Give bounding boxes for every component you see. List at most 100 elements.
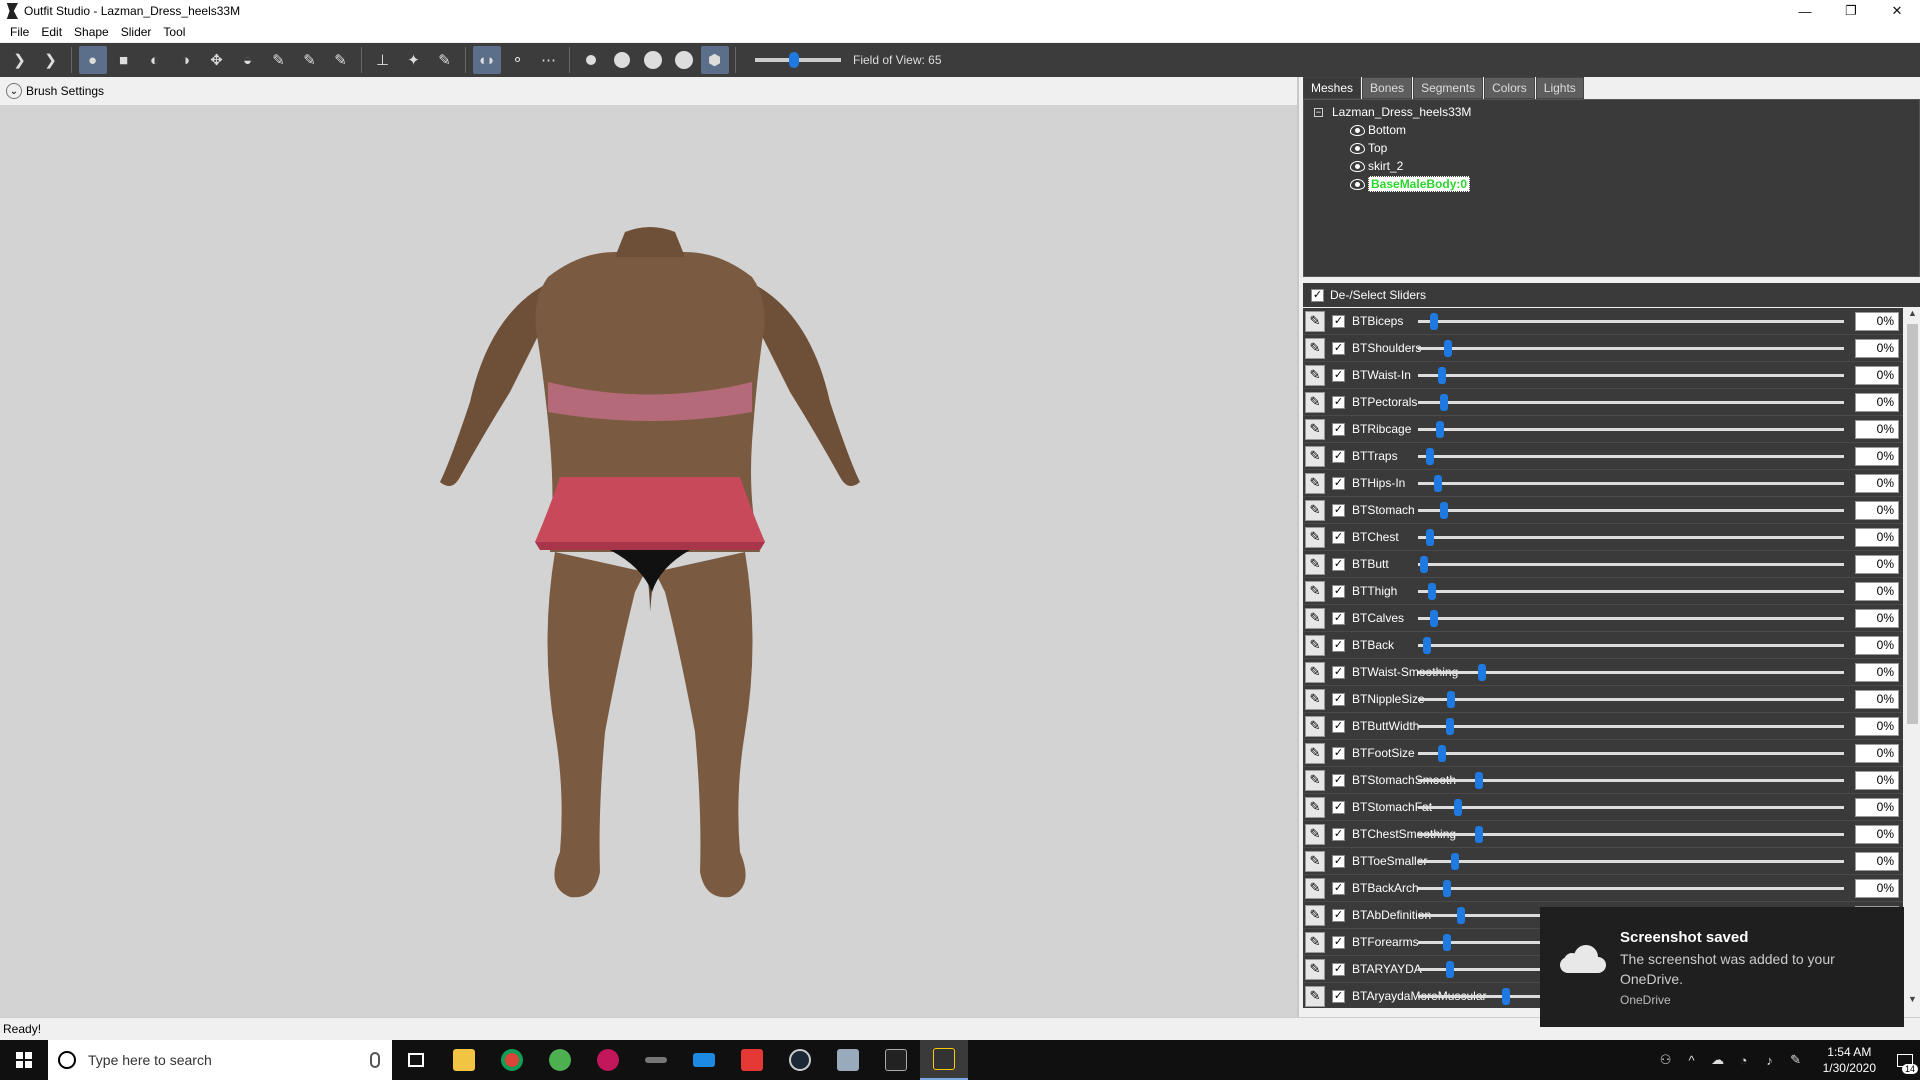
slider-value[interactable]: 0%	[1855, 636, 1899, 655]
slider-thumb[interactable]	[1475, 826, 1483, 843]
slider-checkbox[interactable]: ✓	[1332, 935, 1345, 949]
slider-thumb[interactable]	[1447, 691, 1455, 708]
slider-track[interactable]	[1418, 637, 1844, 654]
slider-thumb[interactable]	[1440, 394, 1448, 411]
tab-bones[interactable]: Bones	[1362, 77, 1413, 99]
menu-slider[interactable]: Slider	[115, 25, 158, 39]
slider-edit-icon[interactable]: ✎	[1305, 607, 1325, 629]
connected-only-icon[interactable]: ⚬	[504, 46, 532, 74]
slider-edit-icon[interactable]: ✎	[1305, 823, 1325, 845]
slider-track[interactable]	[1418, 475, 1844, 492]
load-project-icon[interactable]: ❯	[37, 46, 65, 74]
collapse-icon[interactable]: −	[1314, 107, 1323, 117]
slider-value[interactable]: 0%	[1855, 771, 1899, 790]
slider-edit-icon[interactable]: ✎	[1305, 553, 1325, 575]
network-icon[interactable]: ◔	[1733, 1053, 1755, 1068]
slider-value[interactable]: 0%	[1855, 852, 1899, 871]
slider-edit-icon[interactable]: ✎	[1305, 472, 1325, 494]
slider-checkbox[interactable]: ✓	[1332, 827, 1345, 841]
slider-track[interactable]	[1418, 394, 1844, 411]
slider-edit-icon[interactable]: ✎	[1305, 877, 1325, 899]
standard-brush-icon[interactable]: ●	[78, 46, 107, 74]
blue-app[interactable]	[680, 1040, 728, 1080]
slider-thumb[interactable]	[1475, 772, 1483, 789]
slider-edit-icon[interactable]: ✎	[1305, 661, 1325, 683]
select-all-sliders-checkbox[interactable]: ✓	[1311, 288, 1324, 302]
slider-edit-icon[interactable]: ✎	[1305, 688, 1325, 710]
slider-edit-icon[interactable]: ✎	[1305, 526, 1325, 548]
eye-icon[interactable]	[1350, 161, 1365, 172]
slider-checkbox[interactable]: ✓	[1332, 665, 1345, 679]
slider-checkbox[interactable]: ✓	[1332, 692, 1345, 706]
slider-track[interactable]	[1418, 664, 1844, 681]
slider-checkbox[interactable]: ✓	[1332, 449, 1345, 463]
brush-size-large-icon[interactable]	[639, 46, 667, 74]
slider-value[interactable]: 0%	[1855, 879, 1899, 898]
slider-track[interactable]	[1418, 502, 1844, 519]
slider-track[interactable]	[1418, 691, 1844, 708]
slider-thumb[interactable]	[1436, 421, 1444, 438]
colorful-app[interactable]	[584, 1040, 632, 1080]
slider-thumb[interactable]	[1457, 907, 1465, 924]
eye-icon[interactable]	[1350, 143, 1365, 154]
mesh-item-bottom[interactable]: Bottom	[1304, 121, 1919, 139]
slider-edit-icon[interactable]: ✎	[1305, 742, 1325, 764]
slider-track[interactable]	[1418, 718, 1844, 735]
slider-checkbox[interactable]: ✓	[1332, 773, 1345, 787]
slider-track[interactable]	[1418, 880, 1844, 897]
menu-edit[interactable]: Edit	[35, 25, 68, 39]
menu-shape[interactable]: Shape	[68, 25, 115, 39]
slider-checkbox[interactable]: ✓	[1332, 719, 1345, 733]
slider-value[interactable]: 0%	[1855, 582, 1899, 601]
slider-checkbox[interactable]: ✓	[1332, 368, 1345, 382]
slider-checkbox[interactable]: ✓	[1332, 611, 1345, 625]
onedrive-notification[interactable]: Screenshot saved The screenshot was adde…	[1540, 907, 1904, 1027]
clock[interactable]: 1:54 AM 1/30/2020	[1823, 1044, 1876, 1076]
slider-track[interactable]	[1418, 448, 1844, 465]
slider-track[interactable]	[1418, 826, 1844, 843]
slider-thumb[interactable]	[1502, 988, 1510, 1005]
vortex-app[interactable]	[632, 1040, 680, 1080]
slider-edit-icon[interactable]: ✎	[1305, 364, 1325, 386]
slider-track[interactable]	[1418, 745, 1844, 762]
global-brush-icon[interactable]: ⋯	[535, 46, 563, 74]
slider-thumb[interactable]	[1434, 475, 1442, 492]
slider-track[interactable]	[1418, 556, 1844, 573]
slider-thumb[interactable]	[1423, 637, 1431, 654]
fov-slider-thumb[interactable]	[789, 52, 799, 68]
microphone-icon[interactable]	[370, 1052, 380, 1068]
slider-value[interactable]: 0%	[1855, 690, 1899, 709]
slider-edit-icon[interactable]: ✎	[1305, 337, 1325, 359]
brush-shade-icon[interactable]	[670, 46, 698, 74]
outfit-studio-active-icon[interactable]	[920, 1040, 968, 1080]
slider-checkbox[interactable]: ✓	[1332, 503, 1345, 517]
scroll-down-icon[interactable]: ▼	[1905, 994, 1920, 1008]
slider-checkbox[interactable]: ✓	[1332, 746, 1345, 760]
color-brush-icon[interactable]: ✎	[296, 46, 324, 74]
slider-edit-icon[interactable]: ✎	[1305, 850, 1325, 872]
menu-file[interactable]: File	[4, 25, 35, 39]
tab-meshes[interactable]: Meshes	[1303, 77, 1362, 99]
close-button[interactable]: ✕	[1874, 0, 1920, 22]
slider-checkbox[interactable]: ✓	[1332, 854, 1345, 868]
mask-brush-icon[interactable]: ■	[110, 46, 138, 74]
slider-edit-icon[interactable]: ✎	[1305, 391, 1325, 413]
transform-icon[interactable]: ⊥	[369, 46, 397, 74]
slider-checkbox[interactable]: ✓	[1332, 908, 1345, 922]
restore-button[interactable]: ❐	[1828, 0, 1874, 22]
taskbar-search[interactable]: Type here to search	[48, 1040, 392, 1080]
tab-segments[interactable]: Segments	[1413, 77, 1484, 99]
pen-icon[interactable]: ✎	[1785, 1052, 1807, 1068]
new-project-icon[interactable]: ❯	[6, 46, 34, 74]
slider-edit-icon[interactable]: ✎	[1305, 931, 1325, 953]
brush-size-medium-icon[interactable]	[608, 46, 636, 74]
slider-track[interactable]	[1418, 853, 1844, 870]
slider-value[interactable]: 0%	[1855, 474, 1899, 493]
slider-value[interactable]: 0%	[1855, 528, 1899, 547]
slider-checkbox[interactable]: ✓	[1332, 638, 1345, 652]
scroll-up-icon[interactable]: ▲	[1905, 308, 1920, 322]
slider-value[interactable]: 0%	[1855, 312, 1899, 331]
action-center-button[interactable]: 14	[1890, 1040, 1920, 1080]
people-icon[interactable]: ⚇	[1655, 1052, 1677, 1068]
tab-colors[interactable]: Colors	[1484, 77, 1535, 99]
